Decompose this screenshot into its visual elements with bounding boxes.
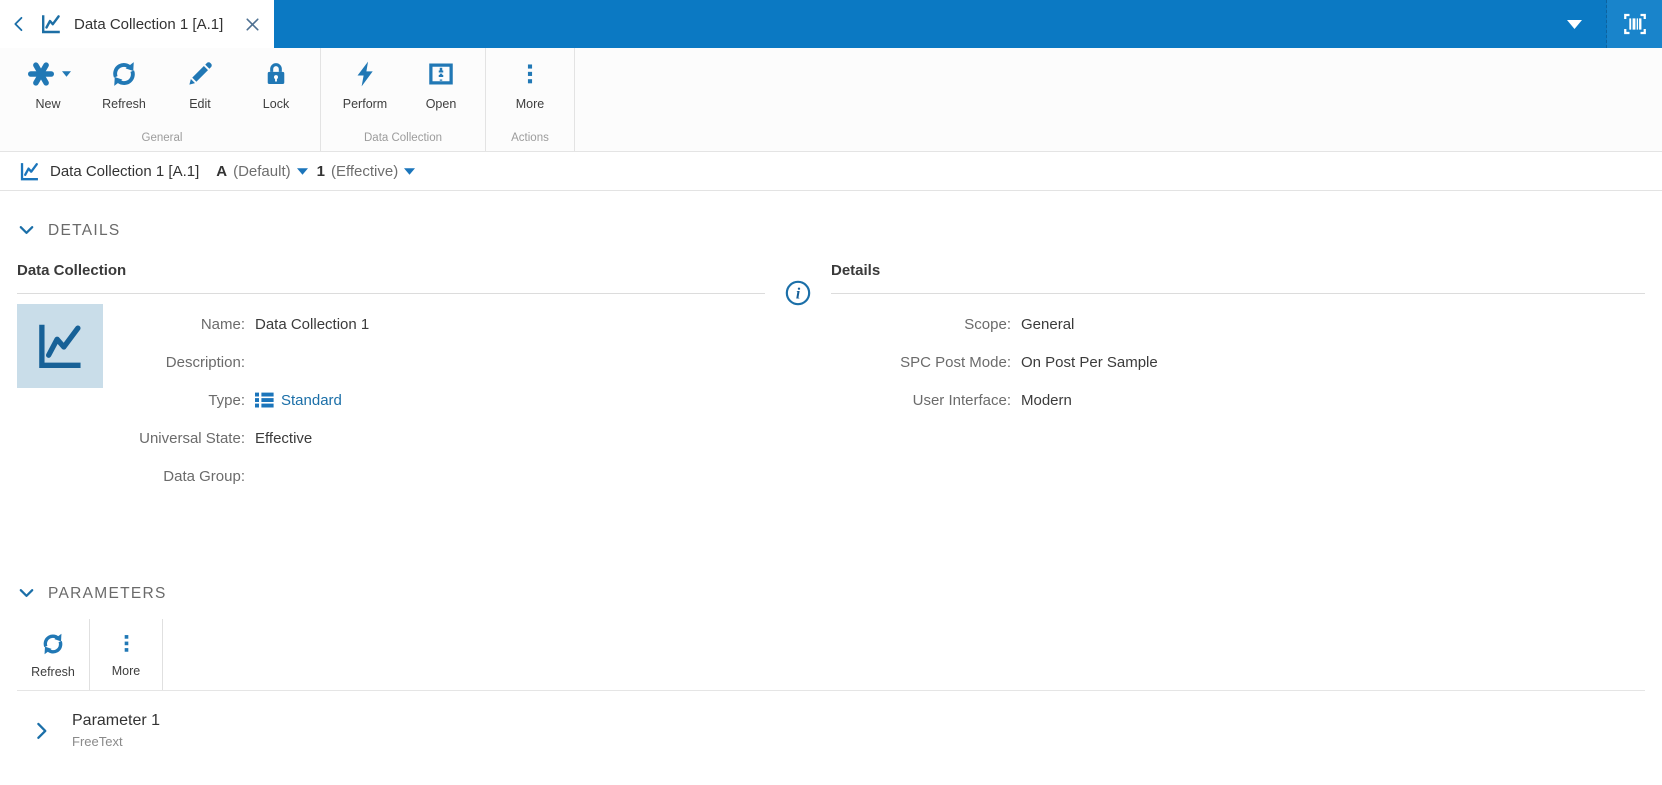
toolbar-group-actions: More Actions <box>486 48 575 151</box>
parameters-section-header[interactable]: PARAMETERS <box>17 584 1645 603</box>
back-chevron-icon[interactable] <box>10 14 28 34</box>
parameters-more-button[interactable]: More <box>90 619 163 690</box>
chevron-down-icon <box>17 584 36 603</box>
details-panel: Details Scope: General SPC Post Mode: On… <box>831 262 1645 419</box>
refresh-icon <box>40 631 66 657</box>
field-user-interface: User Interface: Modern <box>912 391 1072 409</box>
toolbar-group-label: General <box>141 132 183 144</box>
field-type: Type: Standard <box>208 391 342 409</box>
barcode-scan-button[interactable] <box>1607 0 1662 48</box>
line-chart-icon <box>31 317 89 375</box>
chevron-down-icon <box>404 167 416 175</box>
ellipsis-vertical-icon <box>517 58 543 90</box>
field-description: Description: <box>165 353 245 371</box>
parameter-name: Parameter 1 <box>72 712 161 729</box>
open-button[interactable]: Open <box>403 48 479 128</box>
asterisk-icon <box>26 58 71 90</box>
split-panel-icon <box>426 58 456 90</box>
parameter-type: FreeText <box>72 734 123 749</box>
toolbar-group-data-collection: Perform Open Data Collection <box>321 48 486 151</box>
details-section-header[interactable]: DETAILS <box>17 221 1645 240</box>
revision-dropdown[interactable]: 1 (Effective) <box>317 163 416 180</box>
close-icon[interactable] <box>243 15 262 34</box>
type-standard-link[interactable]: Standard <box>255 392 342 409</box>
new-button[interactable]: New <box>10 48 86 128</box>
field-spc-post-mode: SPC Post Mode: On Post Per Sample <box>900 353 1158 371</box>
toolbar-group-label: Actions <box>511 132 549 144</box>
parameter-info: Parameter 1 FreeText <box>72 712 160 749</box>
topbar-right <box>1567 0 1662 48</box>
lock-button[interactable]: Lock <box>238 48 314 128</box>
field-name: Name: Data Collection 1 <box>200 315 370 333</box>
barcode-scan-icon <box>1620 9 1650 39</box>
data-collection-panel: Data Collection Name: Data Collection 1 … <box>17 262 765 495</box>
more-button[interactable]: More <box>492 48 568 128</box>
panel-title: Details <box>831 262 1645 294</box>
perform-button[interactable]: Perform <box>327 48 403 128</box>
chevron-down-icon[interactable] <box>1567 19 1582 29</box>
parameter-row[interactable]: Parameter 1 FreeText <box>17 691 1645 770</box>
tab-title: Data Collection 1 [A.1] <box>74 15 224 33</box>
dropdown-caret-icon <box>61 71 71 77</box>
field-scope: Scope: General <box>964 315 1075 333</box>
chevron-down-icon <box>296 167 308 175</box>
entity-thumbnail <box>17 304 103 388</box>
parameters-refresh-button[interactable]: Refresh <box>17 619 90 690</box>
pencil-icon <box>185 58 215 90</box>
section-title: PARAMETERS <box>48 584 167 602</box>
field-data-group: Data Group: <box>163 467 245 485</box>
line-chart-icon <box>39 12 63 36</box>
info-column: i <box>765 262 831 306</box>
toolbar-group-label: Data Collection <box>364 132 442 144</box>
main-toolbar: New Refresh Edit Lock General Perform Op… <box>0 48 1662 152</box>
version-dropdown[interactable]: A (Default) <box>216 163 308 180</box>
edit-button[interactable]: Edit <box>162 48 238 128</box>
refresh-icon <box>109 58 139 90</box>
page-content: DETAILS Data Collection Name: Data Colle… <box>0 221 1662 770</box>
breadcrumb: Data Collection 1 [A.1] A (Default) 1 (E… <box>0 152 1662 191</box>
top-bar: Data Collection 1 [A.1] <box>0 0 1662 48</box>
refresh-button[interactable]: Refresh <box>86 48 162 128</box>
details-panels: Data Collection Name: Data Collection 1 … <box>17 262 1645 554</box>
toolbar-group-general: New Refresh Edit Lock General <box>4 48 321 151</box>
expand-chevron-icon[interactable] <box>31 720 52 741</box>
details-fields: Scope: General SPC Post Mode: On Post Pe… <box>831 294 1645 419</box>
info-icon: i <box>785 280 811 306</box>
ellipsis-vertical-icon <box>115 631 138 656</box>
line-chart-icon <box>18 160 41 183</box>
section-title: DETAILS <box>48 221 121 239</box>
info-button[interactable]: i <box>785 280 811 306</box>
list-icon <box>255 392 274 408</box>
field-universal-state: Universal State: Effective <box>139 429 313 447</box>
lock-icon <box>262 58 290 90</box>
panel-title: Data Collection <box>17 262 765 294</box>
data-collection-fields: Name: Data Collection 1 Description: Typ… <box>103 304 765 495</box>
chevron-down-icon <box>17 221 36 240</box>
lightning-icon <box>351 58 379 90</box>
tab-data-collection[interactable]: Data Collection 1 [A.1] <box>0 0 274 48</box>
parameters-toolbar: Refresh More <box>17 619 1645 691</box>
svg-text:i: i <box>796 286 801 303</box>
breadcrumb-title: Data Collection 1 [A.1] <box>50 162 200 180</box>
